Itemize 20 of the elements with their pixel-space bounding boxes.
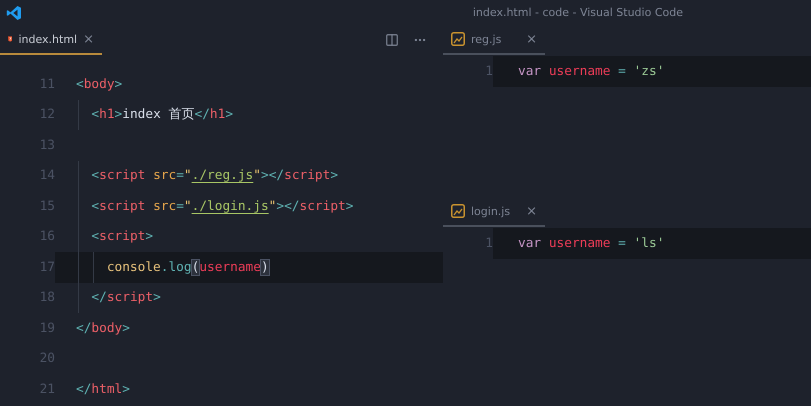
code-line: </html> [76, 380, 130, 399]
editor-tab[interactable]: index.html × [0, 25, 102, 55]
close-tab-button[interactable]: × [526, 204, 537, 218]
code-line: </script> [76, 282, 161, 313]
image-file-icon [451, 32, 465, 46]
code-line: <h1>index 首页</h1> [76, 100, 234, 130]
code-line: <body> [76, 76, 122, 94]
app-logo-icon [6, 4, 22, 20]
code-line: var username = 'ls' [518, 234, 664, 253]
code-line: console.log(username) [76, 252, 269, 282]
close-tab-button[interactable]: × [83, 32, 94, 46]
code-line: <script src="./login.js"></script> [76, 191, 354, 222]
code-line: </body> [76, 320, 130, 338]
window-title: index.html - code - Visual Studio Code [472, 6, 683, 19]
image-file-icon [451, 204, 465, 218]
code-line: <script src="./reg.js"></script> [76, 160, 338, 191]
close-tab-button[interactable]: × [526, 32, 537, 46]
code-line: <script> [76, 222, 154, 252]
split-editor-icon[interactable] [385, 33, 399, 47]
code-line: var username = 'zs' [518, 62, 664, 81]
